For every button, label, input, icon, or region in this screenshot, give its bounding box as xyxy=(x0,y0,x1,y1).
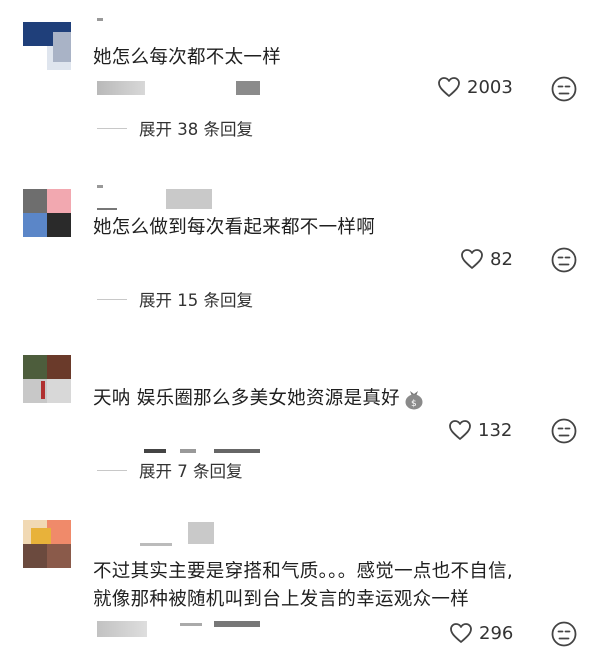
meta-blurred xyxy=(97,81,145,95)
unamused-face-icon[interactable] xyxy=(550,75,578,103)
expand-replies-label: 展开 38 条回复 xyxy=(139,120,253,139)
heart-outline-icon xyxy=(450,623,472,643)
like-button[interactable]: 2003 xyxy=(437,76,513,98)
expand-replies-button[interactable]: 展开 7 条回复 xyxy=(97,458,243,482)
meta-blurred xyxy=(180,449,196,453)
avatar[interactable] xyxy=(23,355,71,403)
avatar[interactable] xyxy=(23,520,71,568)
avatar[interactable] xyxy=(23,189,71,237)
divider-line xyxy=(97,127,127,129)
comment-text-line: 不过其实主要是穿搭和气质。。。感觉一点也不自信, xyxy=(93,561,514,582)
username-blurred xyxy=(97,208,117,210)
meta-blurred xyxy=(214,449,260,453)
username-blurred xyxy=(166,189,212,209)
meta-blurred xyxy=(97,621,147,637)
comment-text-line: 就像那种被随机叫到台上发言的幸运观众一样 xyxy=(93,589,470,610)
divider-line xyxy=(97,469,127,471)
like-button[interactable]: 82 xyxy=(460,248,513,270)
comment-text: 她怎么每次都不太一样 xyxy=(93,47,282,68)
heart-outline-icon xyxy=(449,420,471,440)
unamused-face-icon[interactable] xyxy=(550,417,578,445)
comment-text: 她怎么做到每次看起来都不一样啊 xyxy=(93,217,376,238)
like-count: 296 xyxy=(479,622,514,644)
comment-text-content: 天呐 娱乐圈那么多美女她资源是真好 xyxy=(93,388,400,409)
username-blurred xyxy=(140,543,172,546)
unamused-face-icon[interactable] xyxy=(550,620,578,648)
money-bag-emoji: $ xyxy=(405,391,423,410)
meta-blurred xyxy=(180,623,202,626)
username-blurred xyxy=(188,522,214,544)
svg-text:$: $ xyxy=(411,399,417,409)
comment-text: 不过其实主要是穿搭和气质。。。感觉一点也不自信, 就像那种被随机叫到台上发言的幸… xyxy=(93,558,513,614)
meta-blurred xyxy=(144,449,166,453)
like-count: 82 xyxy=(490,248,513,270)
meta-blurred xyxy=(236,81,260,95)
like-button[interactable]: 132 xyxy=(448,419,512,441)
like-count: 132 xyxy=(478,419,513,441)
comment-text: 天呐 娱乐圈那么多美女她资源是真好 $ xyxy=(93,385,426,413)
divider-line xyxy=(97,298,127,300)
username-blurred xyxy=(97,18,103,21)
avatar[interactable] xyxy=(23,22,71,70)
heart-outline-icon xyxy=(438,77,460,97)
expand-replies-label: 展开 7 条回复 xyxy=(139,462,243,481)
heart-outline-icon xyxy=(461,249,483,269)
like-button[interactable]: 296 xyxy=(449,622,513,644)
like-count: 2003 xyxy=(467,76,513,98)
username-blurred xyxy=(97,185,103,188)
meta-blurred xyxy=(214,621,260,627)
unamused-face-icon[interactable] xyxy=(550,246,578,274)
expand-replies-button[interactable]: 展开 15 条回复 xyxy=(97,287,253,311)
expand-replies-button[interactable]: 展开 38 条回复 xyxy=(97,116,253,140)
expand-replies-label: 展开 15 条回复 xyxy=(139,291,253,310)
